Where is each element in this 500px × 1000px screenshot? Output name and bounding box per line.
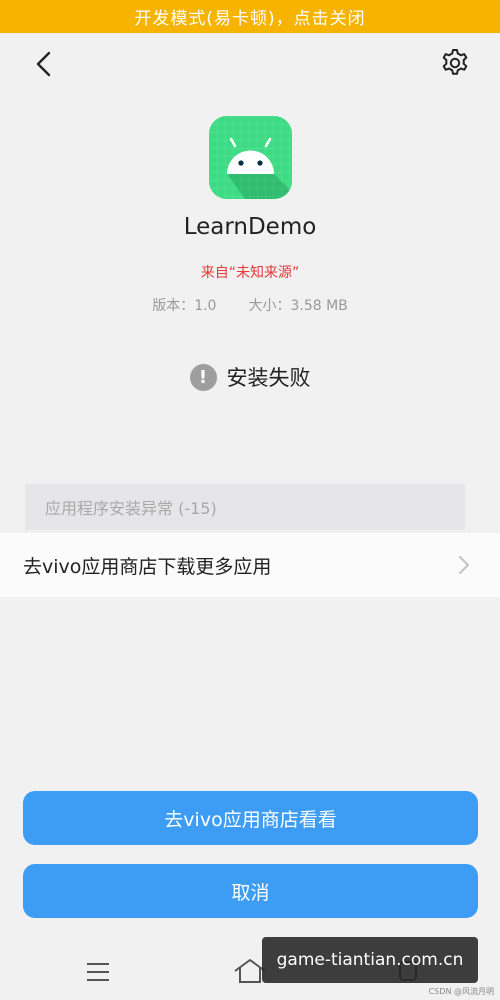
open-store-button[interactable]: 去vivo应用商店看看: [23, 791, 478, 845]
cancel-button[interactable]: 取消: [23, 864, 478, 918]
dev-mode-banner[interactable]: 开发模式(易卡顿)，点击关闭: [0, 0, 500, 33]
watermark-text: game-tiantian.com.cn: [276, 950, 464, 970]
app-version: 版本：1.0: [152, 298, 217, 314]
store-link-row[interactable]: 去vivo应用商店下载更多应用: [0, 533, 500, 597]
android-icon: [209, 116, 292, 199]
gear-icon: [442, 49, 468, 75]
dev-mode-banner-text: 开发模式(易卡顿)，点击关闭: [134, 9, 366, 29]
app-meta: 版本：1.0 大小：3.58 MB: [0, 295, 500, 315]
error-message: 应用程序安装异常 (-15): [25, 484, 465, 530]
app-name: LearnDemo: [183, 214, 317, 240]
watermark: game-tiantian.com.cn: [262, 937, 478, 983]
open-store-button-label: 去vivo应用商店看看: [164, 808, 337, 831]
install-status-text: 安装失败: [226, 366, 311, 390]
back-button[interactable]: [26, 46, 62, 82]
install-status: ! 安装失败: [0, 362, 500, 392]
exclamation-icon: !: [189, 363, 217, 391]
app-source-label: 来自“未知来源”: [200, 265, 300, 281]
app-icon: [209, 116, 292, 199]
app-size: 大小：3.58 MB: [248, 298, 348, 314]
menu-icon[interactable]: [86, 962, 110, 982]
chevron-right-icon: [459, 556, 469, 574]
chevron-left-icon: [36, 51, 51, 77]
settings-button[interactable]: [436, 44, 474, 82]
error-message-text: 应用程序安装异常 (-15): [45, 499, 217, 518]
store-link-label: 去vivo应用商店下载更多应用: [23, 555, 272, 578]
source-credit: CSDN @风流月明: [428, 987, 494, 996]
cancel-button-label: 取消: [231, 881, 270, 904]
